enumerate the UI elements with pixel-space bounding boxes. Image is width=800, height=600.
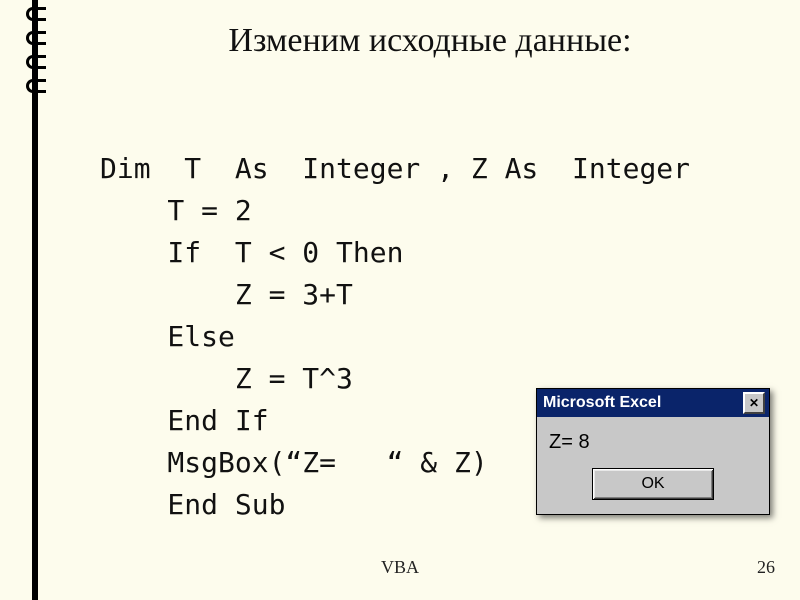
slide-title: Изменим исходные данные: [90,22,770,60]
msgbox-body: Z= 8 [537,417,769,460]
page-number: 26 [757,557,775,578]
msgbox-dialog: Microsoft Excel ✕ Z= 8 OK [536,388,770,515]
msgbox-titlebar: Microsoft Excel ✕ [537,389,769,417]
ok-button[interactable]: OK [592,468,714,500]
msgbox-title: Microsoft Excel [543,394,661,412]
msgbox-buttons: OK [537,460,769,514]
close-icon[interactable]: ✕ [743,392,765,414]
footer-label: VBA [0,557,800,578]
slide: Изменим исходные данные: Dim T As Intege… [0,0,800,600]
notebook-rings [26,7,46,93]
